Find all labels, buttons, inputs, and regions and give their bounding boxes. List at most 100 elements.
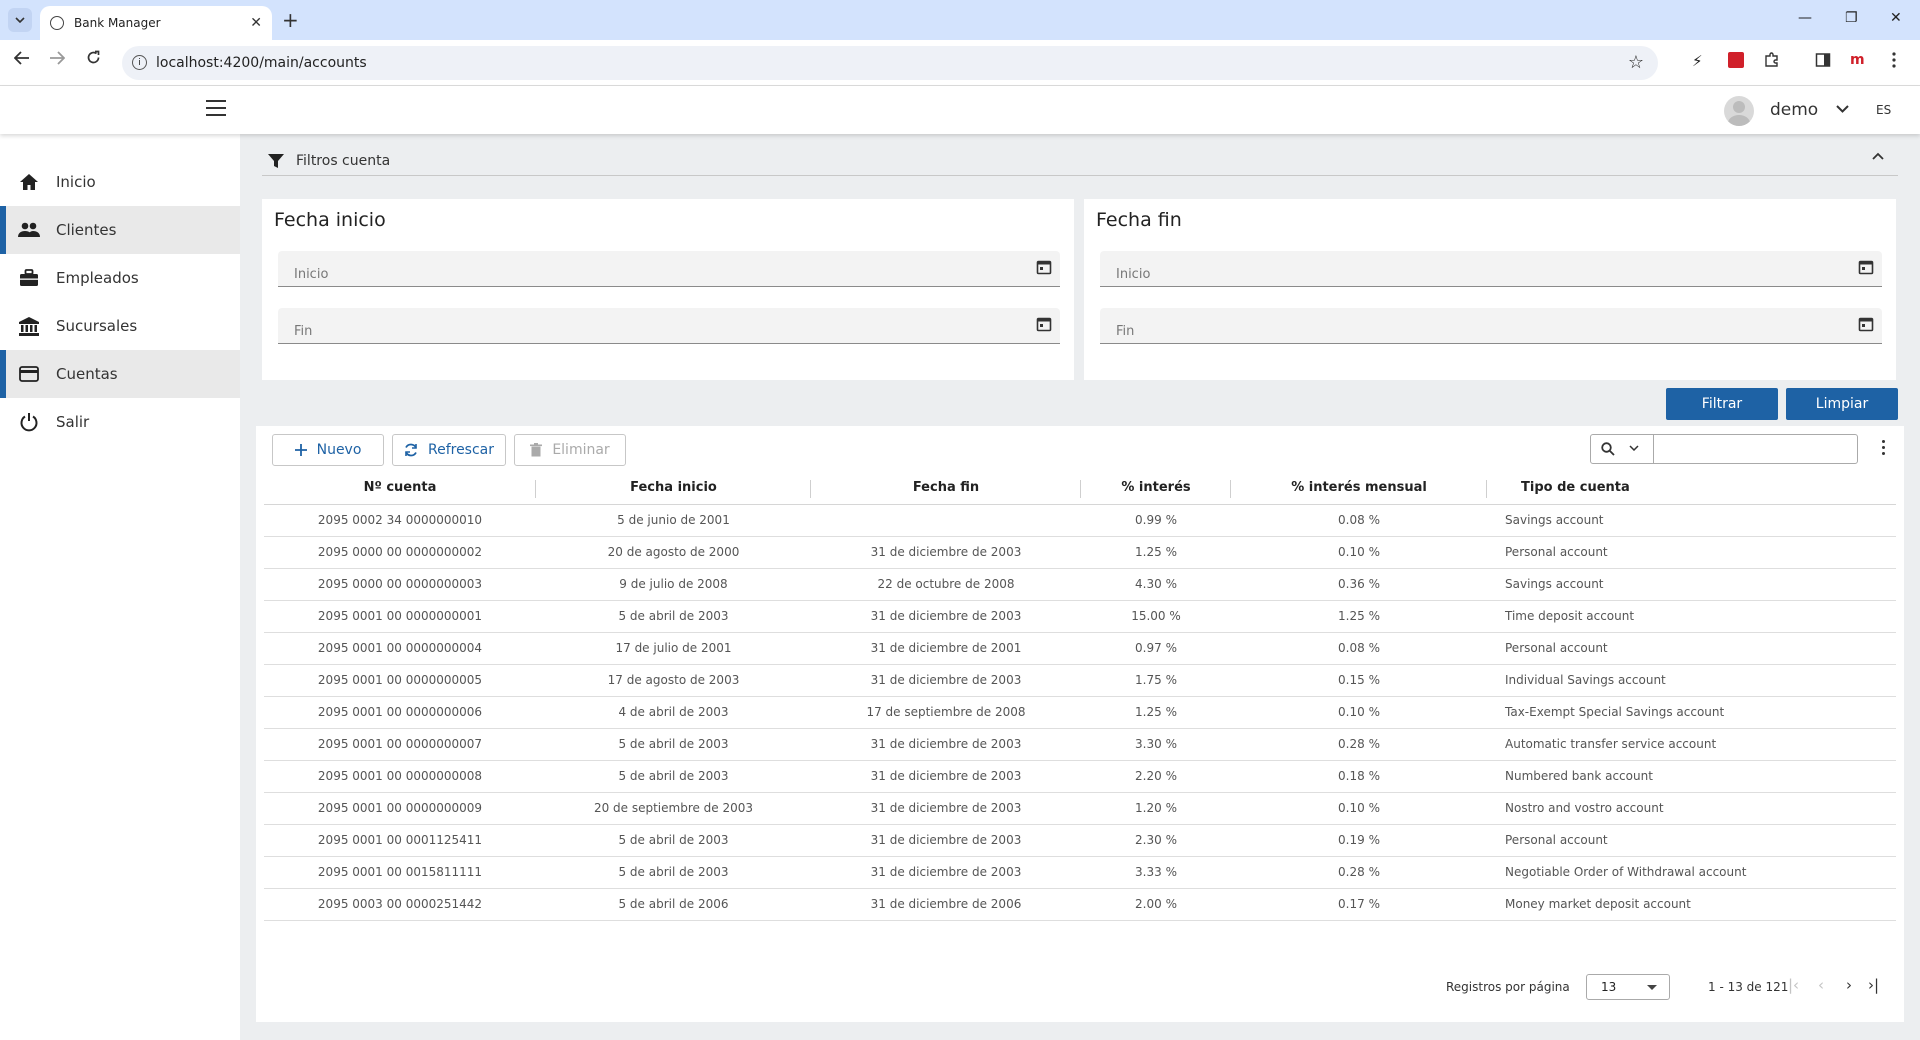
lightning-extension-icon[interactable]: ⚡ (1692, 52, 1703, 70)
table-row[interactable]: 2095 0001 00 0015811111 5 de abril de 200… (264, 856, 1896, 889)
end-date-from-input[interactable] (1100, 251, 1882, 286)
table-cell: 31 de diciembre de 2003 (811, 600, 1081, 633)
browser-tab[interactable]: Bank Manager ✕ (40, 6, 272, 40)
url-text: localhost:4200/main/accounts (156, 55, 367, 71)
forward-button[interactable] (49, 50, 66, 70)
new-tab-button[interactable]: + (282, 8, 299, 32)
table-row[interactable]: 2095 0001 00 0000000001 5 de abril de 200… (264, 600, 1896, 633)
start-date-title: Fecha inicio (274, 209, 386, 231)
table-cell: 2095 0001 00 0015811111 (264, 856, 536, 889)
table-cell: 5 de abril de 2003 (536, 600, 811, 633)
calendar-icon[interactable] (1036, 259, 1052, 275)
table-cell: 2095 0001 00 0001125411 (264, 824, 536, 857)
column-header[interactable]: % interés (1081, 472, 1231, 505)
sidebar-item-empleados[interactable]: Empleados (0, 254, 240, 302)
refresh-icon (404, 443, 418, 457)
browser-menu-icon[interactable] (1892, 52, 1896, 72)
new-button[interactable]: Nuevo (272, 434, 384, 466)
avatar[interactable] (1724, 96, 1754, 126)
table-cell: 1.20 % (1081, 792, 1231, 825)
end-date-to-input[interactable] (1100, 308, 1882, 343)
url-bar[interactable]: i localhost:4200/main/accounts ☆ (122, 46, 1658, 80)
table-row[interactable]: 2095 0000 00 0000000003 9 de julio de 200… (264, 568, 1896, 601)
table-options-icon[interactable] (1882, 440, 1886, 458)
table-row[interactable]: 2095 0000 00 0000000002 20 de agosto de 2… (264, 536, 1896, 569)
back-button[interactable] (13, 50, 30, 70)
table-cell: 5 de abril de 2006 (536, 888, 811, 921)
table-cell: 2.20 % (1081, 760, 1231, 793)
clear-button[interactable]: Limpiar (1786, 388, 1898, 420)
page-range: 1 - 13 de 121 (1708, 980, 1789, 994)
close-window-button[interactable]: ✕ (1890, 10, 1902, 26)
table-row[interactable]: 2095 0001 00 0000000007 5 de abril de 200… (264, 728, 1896, 761)
filter-expansion-header[interactable]: Filtros cuenta (262, 146, 1898, 176)
filter-title: Filtros cuenta (296, 152, 391, 169)
table-row[interactable]: 2095 0002 34 0000000010 5 de junio de 200… (264, 504, 1896, 537)
pdf-extension-icon[interactable] (1728, 52, 1744, 68)
prev-page-button[interactable]: ‹ (1818, 976, 1824, 994)
dropdown-arrow-icon (1647, 985, 1657, 990)
chevron-up-icon[interactable] (1872, 152, 1884, 160)
table-row[interactable]: 2095 0001 00 0000000009 20 de septiembre … (264, 792, 1896, 825)
calendar-icon[interactable] (1036, 316, 1052, 332)
table-cell: 31 de diciembre de 2006 (811, 888, 1081, 921)
filter-icon (268, 153, 284, 168)
table-cell: 2095 0001 00 0000000007 (264, 728, 536, 761)
filter-button[interactable]: Filtrar (1666, 388, 1778, 420)
profile-extension-icon[interactable]: m (1850, 52, 1865, 68)
sidebar-item-cuentas[interactable]: Cuentas (0, 350, 240, 398)
calendar-icon[interactable] (1858, 259, 1874, 275)
username[interactable]: demo (1770, 100, 1818, 120)
sidepanel-icon[interactable] (1815, 52, 1831, 72)
table-row[interactable]: 2095 0001 00 0000000004 17 de julio de 20… (264, 632, 1896, 665)
table-cell: 1.75 % (1081, 664, 1231, 697)
minimize-button[interactable]: — (1798, 10, 1812, 26)
column-header[interactable]: Tipo de cuenta (1487, 472, 1896, 505)
column-header[interactable]: Nº cuenta (264, 472, 536, 505)
search-column-chevron-icon[interactable] (1629, 441, 1639, 454)
sidebar-item-label: Cuentas (56, 365, 118, 383)
table-cell: 0.08 % (1231, 504, 1487, 537)
table-cell: Savings account (1487, 504, 1896, 537)
reload-icon (87, 50, 100, 64)
table-row[interactable]: 2095 0003 00 0000251442 5 de abril de 200… (264, 888, 1896, 921)
page-size-select[interactable]: 13 (1586, 974, 1670, 1000)
reload-button[interactable] (86, 50, 101, 70)
table-row[interactable]: 2095 0001 00 0000000005 17 de agosto de 2… (264, 664, 1896, 697)
table-row[interactable]: 2095 0001 00 0000000008 5 de abril de 200… (264, 760, 1896, 793)
table-cell: 20 de septiembre de 2003 (536, 792, 811, 825)
next-page-button[interactable]: › (1846, 976, 1852, 994)
language-selector[interactable]: ES (1876, 103, 1891, 117)
refresh-button[interactable]: Refrescar (392, 434, 506, 466)
table-cell: 31 de diciembre de 2003 (811, 824, 1081, 857)
menu-toggle-icon[interactable] (206, 100, 226, 116)
delete-button[interactable]: Eliminar (514, 434, 626, 466)
column-header[interactable]: Fecha fin (811, 472, 1081, 505)
sidebar-item-salir[interactable]: Salir (0, 398, 240, 446)
bookmark-star-icon[interactable]: ☆ (1628, 52, 1644, 73)
sidebar-item-inicio[interactable]: Inicio (0, 158, 240, 206)
table-cell: 2095 0003 00 0000251442 (264, 888, 536, 921)
last-page-button[interactable]: ›| (1868, 976, 1879, 994)
sidebar-item-clientes[interactable]: Clientes (0, 206, 240, 254)
table-cell: 5 de junio de 2001 (536, 504, 811, 537)
first-page-button[interactable]: |‹ (1788, 976, 1799, 994)
start-date-to-input[interactable] (278, 308, 1060, 343)
tab-search-button[interactable] (8, 8, 32, 32)
end-date-from-field (1100, 251, 1882, 287)
close-tab-icon[interactable]: ✕ (250, 15, 262, 31)
table-row[interactable]: 2095 0001 00 0000000006 4 de abril de 200… (264, 696, 1896, 729)
table-search[interactable] (1590, 434, 1858, 464)
table-cell: Tax-Exempt Special Savings account (1487, 696, 1896, 729)
table-row[interactable]: 2095 0001 00 0001125411 5 de abril de 200… (264, 824, 1896, 857)
start-date-from-input[interactable] (278, 251, 1060, 286)
restore-button[interactable]: ❐ (1845, 10, 1858, 26)
sidebar-item-sucursales[interactable]: Sucursales (0, 302, 240, 350)
column-header[interactable]: Fecha inicio (536, 472, 811, 505)
calendar-icon[interactable] (1858, 316, 1874, 332)
column-header[interactable]: % interés mensual (1231, 472, 1487, 505)
user-menu-chevron-icon[interactable] (1836, 98, 1849, 117)
table-cell: 1.25 % (1081, 536, 1231, 569)
puzzle-extension-icon[interactable] (1764, 52, 1780, 72)
site-info-icon[interactable]: i (132, 55, 147, 70)
